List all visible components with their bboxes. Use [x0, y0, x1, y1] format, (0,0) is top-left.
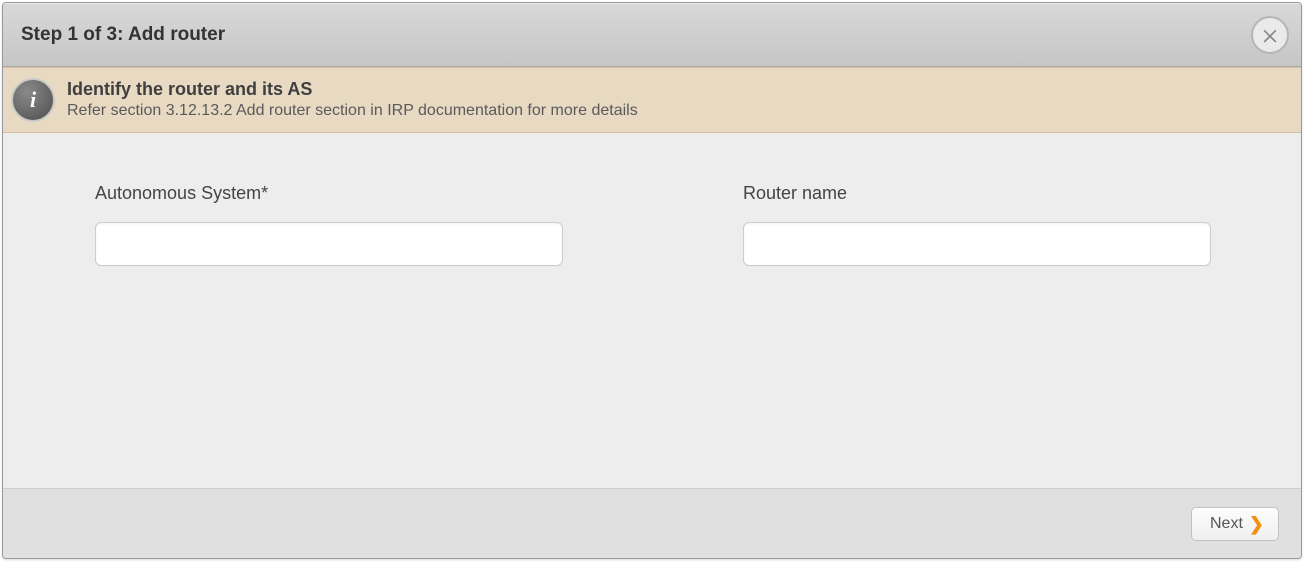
next-button-label: Next — [1210, 515, 1243, 533]
chevron-right-icon: ❯ — [1249, 515, 1264, 533]
info-icon: i — [11, 78, 55, 122]
router-name-label: Router name — [743, 183, 1211, 204]
info-text: Identify the router and its AS Refer sec… — [67, 78, 638, 122]
autonomous-system-group: Autonomous System* — [95, 183, 563, 266]
close-button[interactable] — [1251, 16, 1289, 54]
autonomous-system-label: Autonomous System* — [95, 183, 563, 204]
next-button[interactable]: Next ❯ — [1191, 507, 1279, 541]
info-title: Identify the router and its AS — [67, 78, 638, 101]
autonomous-system-input[interactable] — [95, 222, 563, 266]
form-row: Autonomous System* Router name — [95, 183, 1211, 266]
add-router-dialog: Step 1 of 3: Add router i Identify the r… — [2, 2, 1302, 559]
info-banner: i Identify the router and its AS Refer s… — [3, 67, 1301, 133]
dialog-footer: Next ❯ — [3, 488, 1301, 558]
dialog-body: Autonomous System* Router name — [3, 133, 1301, 488]
dialog-title: Step 1 of 3: Add router — [21, 24, 225, 46]
dialog-header: Step 1 of 3: Add router — [3, 3, 1301, 67]
close-icon — [1260, 25, 1280, 45]
info-subtitle: Refer section 3.12.13.2 Add router secti… — [67, 101, 638, 122]
router-name-group: Router name — [743, 183, 1211, 266]
router-name-input[interactable] — [743, 222, 1211, 266]
